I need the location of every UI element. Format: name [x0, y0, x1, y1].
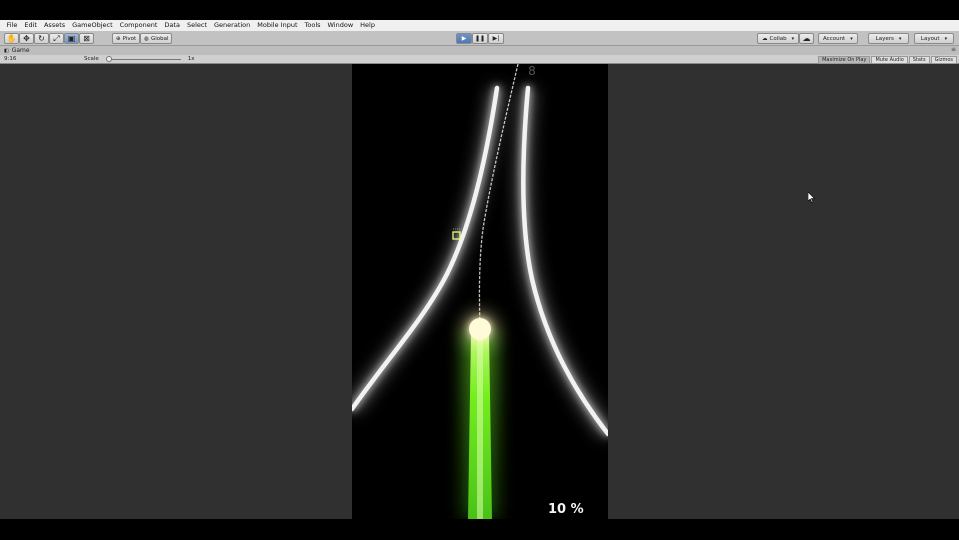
game-scene [352, 64, 608, 519]
menu-gameobject[interactable]: GameObject [69, 20, 117, 31]
right-track-wall [516, 85, 608, 439]
global-button[interactable]: ◍ Global [140, 33, 173, 44]
game-view[interactable]: 8 10 % [0, 64, 959, 519]
game-screen[interactable]: 8 10 % [352, 64, 608, 519]
pause-button[interactable]: ❚❚ [472, 33, 488, 44]
tab-game[interactable]: ◧ Game [0, 47, 34, 54]
transform-icon: ⊠ [83, 33, 90, 43]
collab-group: ☁ Collab [757, 33, 800, 44]
main-toolbar: ✋ ✥ ↻ ⤢ ▣ ⊠ ⊕ Pivot ◍ Global ▶ ❚❚ ▶| ☁ Coll… [0, 31, 959, 46]
pivot-icon: ⊕ [116, 35, 121, 42]
game-tab-icon: ◧ [4, 47, 9, 54]
layout-group: Layout [914, 33, 954, 44]
play-icon: ▶ [461, 35, 467, 42]
mouse-cursor-icon [808, 192, 816, 203]
scale-tool-button[interactable]: ⤢ [49, 33, 64, 44]
progress-percentage: 10 % [548, 502, 584, 517]
rotate-tool-button[interactable]: ↻ [34, 33, 49, 44]
playback-controls: ▶ ❚❚ ▶| [456, 33, 504, 44]
pause-icon: ❚❚ [474, 34, 486, 42]
game-view-options: Maximize On Play Mute Audio Stats Gizmos [818, 55, 957, 64]
account-group: Account [818, 33, 858, 44]
cloud-icon: ☁ [802, 33, 811, 43]
letterbox-bottom [0, 519, 959, 540]
scale-slider[interactable] [105, 55, 181, 62]
menu-data[interactable]: Data [161, 20, 184, 31]
account-dropdown[interactable]: Account [818, 33, 858, 44]
play-button[interactable]: ▶ [456, 33, 472, 44]
tab-options-icon[interactable]: ≡ [951, 46, 956, 53]
menu-tools[interactable]: Tools [301, 20, 324, 31]
ball-trail [462, 332, 498, 519]
menu-window[interactable]: Window [324, 20, 357, 31]
letterbox-top [0, 0, 959, 20]
stats-toggle[interactable]: Stats [908, 55, 930, 64]
collab-dropdown[interactable]: ☁ Collab [757, 33, 800, 44]
menu-file[interactable]: File [3, 20, 21, 31]
menu-bar: File Edit Assets GameObject Component Da… [0, 20, 959, 31]
scale-label: Scale [84, 56, 99, 62]
layers-group: Layers [868, 33, 909, 44]
pivot-group: ⊕ Pivot ◍ Global [112, 33, 173, 44]
scale-slider-knob[interactable] [105, 55, 112, 62]
services-group: ☁ [799, 33, 814, 44]
scale-value: 1x [187, 56, 195, 62]
layout-dropdown[interactable]: Layout [914, 33, 954, 44]
cloud-services-button[interactable]: ☁ [799, 33, 814, 44]
rect-tool-button[interactable]: ▣ [64, 33, 79, 44]
layers-dropdown[interactable]: Layers [868, 33, 909, 44]
transform-tools: ✋ ✥ ↻ ⤢ ▣ ⊠ [4, 33, 94, 44]
step-icon: ▶| [492, 34, 500, 42]
menu-generation[interactable]: Generation [211, 20, 254, 31]
step-button[interactable]: ▶| [488, 33, 504, 44]
rect-icon: ▣ [67, 33, 76, 43]
scale-icon: ⤢ [53, 33, 60, 43]
move-icon: ✥ [23, 33, 30, 43]
tab-bar: ◧ Game ≡ [0, 46, 959, 55]
score-counter: 8 [528, 64, 536, 78]
menu-help[interactable]: Help [357, 20, 379, 31]
maximize-on-play-toggle[interactable]: Maximize On Play [818, 55, 871, 64]
pivot-button[interactable]: ⊕ Pivot [112, 33, 141, 44]
move-tool-button[interactable]: ✥ [19, 33, 34, 44]
transform-tool-button[interactable]: ⊠ [79, 33, 94, 44]
menu-select[interactable]: Select [183, 20, 210, 31]
hand-icon: ✋ [6, 33, 17, 43]
aspect-dropdown[interactable]: 9:16 [0, 56, 80, 62]
hand-tool-button[interactable]: ✋ [4, 33, 19, 44]
menu-assets[interactable]: Assets [40, 20, 68, 31]
gizmos-dropdown[interactable]: Gizmos [930, 55, 957, 64]
menu-edit[interactable]: Edit [21, 20, 41, 31]
menu-mobile-input[interactable]: Mobile Input [254, 20, 301, 31]
player-ball [462, 311, 498, 347]
rotate-icon: ↻ [38, 33, 45, 43]
collab-icon: ☁ [762, 35, 768, 42]
game-view-toolbar: 9:16 Scale 1x Maximize On Play Mute Audi… [0, 55, 959, 64]
globe-icon: ◍ [144, 35, 149, 42]
mute-audio-toggle[interactable]: Mute Audio [871, 55, 908, 64]
menu-component[interactable]: Component [116, 20, 161, 31]
